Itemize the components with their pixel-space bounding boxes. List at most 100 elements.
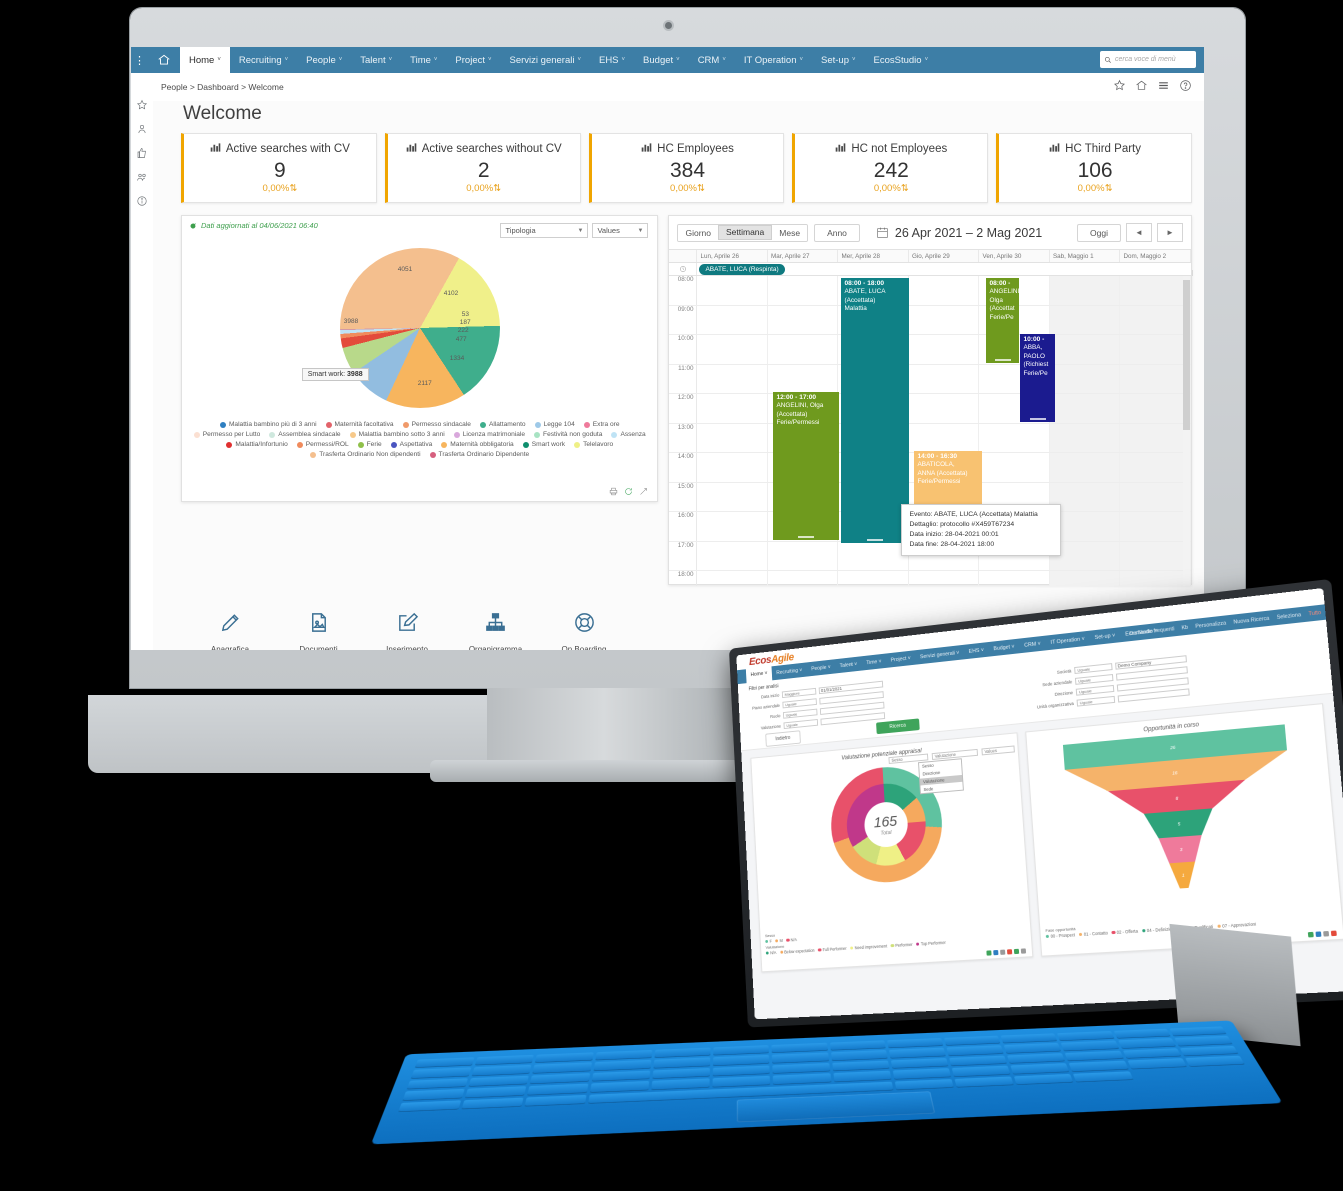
calendar-cell[interactable]	[697, 453, 768, 482]
keyboard-key[interactable]	[410, 1067, 472, 1079]
nav-item-it-operation[interactable]: IT Operation ˅	[735, 47, 812, 73]
keyboard-key[interactable]	[461, 1097, 525, 1110]
keyboard-key[interactable]	[653, 1057, 711, 1069]
calendar-cell[interactable]	[1120, 423, 1191, 452]
allday-event[interactable]: ABATE, LUCA (Respinta)	[699, 264, 785, 275]
filter-back-button[interactable]: Indietro	[765, 730, 801, 747]
keyboard-key[interactable]	[831, 1060, 890, 1072]
tablet-nav-item[interactable]: CRM ˅	[1019, 640, 1046, 649]
calendar-cell[interactable]	[838, 571, 909, 586]
keyboard-key[interactable]	[1174, 1035, 1233, 1047]
calendar-cell[interactable]	[1120, 482, 1191, 511]
keyboard-key[interactable]	[1064, 1050, 1124, 1062]
legend-item[interactable]: Legge 104	[534, 421, 575, 428]
nav-item-budget[interactable]: Budget ˅	[634, 47, 689, 73]
legend-item[interactable]: 01 - Contatto	[1078, 930, 1108, 937]
legend-item[interactable]: M	[775, 938, 783, 943]
tablet-nav-action[interactable]: Domande frequenti	[1129, 626, 1174, 637]
legend-item[interactable]: Trasferta Ordinario Dipendente	[429, 451, 529, 458]
nav-item-ehs[interactable]: EHS ˅	[590, 47, 634, 73]
link-icon[interactable]	[1323, 930, 1330, 937]
group-icon[interactable]	[136, 171, 148, 183]
calendar-cell[interactable]	[1120, 305, 1191, 334]
tablet-nav-action[interactable]: Kb	[1181, 624, 1188, 631]
calendar-scrollbar-thumb[interactable]	[1183, 280, 1190, 430]
nav-item-talent[interactable]: Talent ˅	[351, 47, 401, 73]
legend-item[interactable]: Below expectation	[779, 948, 815, 955]
keyboard-key[interactable]	[532, 1062, 592, 1074]
legend-item[interactable]: Top Performer	[916, 940, 946, 947]
keyboard-key[interactable]	[651, 1078, 710, 1090]
calendar-cell[interactable]	[838, 541, 909, 570]
event-resize-handle[interactable]	[867, 539, 884, 541]
export-file-icon[interactable]	[993, 949, 999, 956]
calendar-cell[interactable]	[909, 394, 980, 423]
calendar-cell[interactable]	[697, 305, 768, 334]
star-icon[interactable]	[136, 99, 148, 111]
calendar-cell[interactable]	[1049, 571, 1121, 586]
calendar-cell[interactable]	[697, 571, 768, 586]
filter-operator-select[interactable]: Uguale	[1076, 695, 1116, 707]
legend-item[interactable]: Assenza	[611, 431, 646, 438]
keyboard-key[interactable]	[1073, 1071, 1134, 1083]
print-icon[interactable]	[609, 487, 618, 496]
legend-item[interactable]: F	[765, 939, 772, 944]
legend-item[interactable]: Permesso sindacale	[402, 421, 471, 428]
keyboard-key[interactable]	[954, 1076, 1014, 1088]
keyboard-key[interactable]	[591, 1070, 651, 1082]
legend-item[interactable]: Licenza matrimoniale	[453, 431, 525, 438]
kpi-card-active-searches-with-cv[interactable]: Active searches with CV 9 0,00%⇅	[181, 133, 377, 203]
keyboard-key[interactable]	[1117, 1038, 1176, 1049]
list-icon[interactable]	[1157, 79, 1170, 92]
calendar-cell[interactable]	[1120, 394, 1191, 423]
keyboard-key[interactable]	[1169, 1026, 1227, 1037]
keyboard-key[interactable]	[771, 1042, 828, 1054]
tablet-keyboard[interactable]	[370, 1020, 1283, 1145]
menu-search-input[interactable]: cerca voce di menù	[1100, 51, 1196, 68]
nav-item-recruiting[interactable]: Recruiting ˅	[230, 47, 297, 73]
keyboard-key[interactable]	[468, 1075, 530, 1087]
legend-item[interactable]: N/A	[765, 950, 776, 955]
legend-item[interactable]: Malattia bambino sotto 3 anni	[349, 431, 445, 438]
keyboard-key[interactable]	[832, 1070, 892, 1083]
keyboard-trackpad[interactable]	[736, 1091, 936, 1123]
calendar-icon[interactable]	[876, 226, 889, 239]
keyboard-key[interactable]	[471, 1065, 532, 1077]
tablet-nav-action[interactable]: Seleziona	[1276, 612, 1301, 621]
filter-operator-select[interactable]: Uguale	[1074, 663, 1113, 674]
quick-action-anagrafica[interactable]: Anagrafica	[191, 611, 269, 650]
tablet-nav-item[interactable]: Talent ˅	[835, 661, 862, 670]
keyboard-key[interactable]	[1000, 1033, 1058, 1044]
legend-item[interactable]: Trasferta Ordinario Non dipendenti	[310, 451, 421, 458]
filter-operator-select[interactable]: Uguale	[782, 708, 818, 719]
calendar-cell[interactable]	[1049, 364, 1121, 393]
export-excel-icon[interactable]	[1307, 931, 1314, 938]
today-button[interactable]: Oggi	[1077, 223, 1121, 242]
keyboard-key[interactable]	[524, 1094, 587, 1107]
keyboard-key[interactable]	[414, 1057, 475, 1069]
tablet-nav-item[interactable]: Recruiting ˅	[772, 667, 807, 676]
legend-item[interactable]: Allattamento	[479, 421, 526, 428]
keyboard-key[interactable]	[654, 1047, 711, 1059]
nav-item-time[interactable]: Time ˅	[401, 47, 446, 73]
filter-operator-select[interactable]: Uguale	[1075, 684, 1115, 696]
donut-split-dropdown[interactable]: Sesso Direzione Valutazione Sede	[918, 758, 964, 795]
calendar-view-settimana[interactable]: Settimana	[717, 224, 773, 240]
home-icon[interactable]	[148, 47, 180, 73]
keyboard-key[interactable]	[946, 1045, 1004, 1057]
keyboard-key[interactable]	[1010, 1063, 1070, 1075]
tablet-nav-item[interactable]: EHS ˅	[964, 646, 989, 655]
calendar-cell[interactable]	[697, 364, 768, 393]
expand-icon[interactable]	[639, 487, 648, 496]
legend-item[interactable]: Permessi/ROL	[296, 441, 349, 448]
calendar-event[interactable]: 12:00 - 17:00 ANGELINI, Olga (Accettata)…	[773, 392, 840, 540]
legend-item[interactable]: Malattia bambino più di 3 anni	[219, 421, 317, 428]
calendar-cell[interactable]	[1120, 335, 1191, 364]
event-resize-handle[interactable]	[1029, 418, 1046, 420]
calendar-cell[interactable]	[979, 423, 1050, 452]
tablet-nav-item[interactable]: Time ˅	[862, 658, 887, 666]
export-pdf-icon[interactable]	[1330, 930, 1337, 937]
legend-item[interactable]: Malattia/Infortunio	[226, 441, 288, 448]
kpi-card-hc-not-employees[interactable]: HC not Employees 242 0,00%⇅	[792, 133, 989, 203]
link-icon[interactable]	[1000, 949, 1006, 955]
